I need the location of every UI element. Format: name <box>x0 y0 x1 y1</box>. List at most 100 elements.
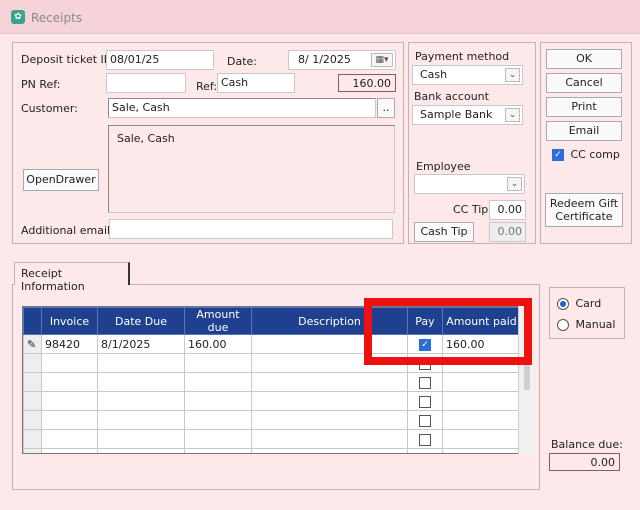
amount-paid-cell[interactable] <box>442 429 521 449</box>
pn-ref-label: PN Ref: <box>21 78 61 91</box>
chevron-down-icon[interactable]: ⌄ <box>507 177 522 191</box>
window-title: Receipts <box>31 11 83 25</box>
payment-method-label: Payment method <box>415 50 510 63</box>
email-button[interactable]: Email <box>546 121 622 141</box>
pay-checkbox[interactable] <box>419 414 431 427</box>
amount-due-cell[interactable] <box>184 410 252 430</box>
address-text: Sale, Cash <box>117 132 175 145</box>
amount-paid-cell[interactable] <box>442 372 521 392</box>
invoice-cell[interactable] <box>41 429 98 449</box>
employee-select[interactable]: ⌄ <box>414 174 525 194</box>
row-selector <box>23 353 42 373</box>
pay-cell[interactable] <box>407 429 443 449</box>
date-due-cell[interactable] <box>97 429 185 449</box>
row-selector <box>23 429 42 449</box>
cash-tip-button[interactable]: Cash Tip <box>414 222 474 242</box>
additional-email-field[interactable] <box>109 219 393 239</box>
bank-account-value: Sample Bank <box>420 108 493 121</box>
date-label: Date: <box>227 55 257 68</box>
invoice-cell[interactable] <box>41 448 98 453</box>
column-header-amount-due[interactable]: Amount due <box>184 307 252 335</box>
table-row[interactable] <box>23 448 521 453</box>
radio-card-indicator[interactable] <box>557 298 569 310</box>
address-box[interactable]: Sale, Cash <box>108 125 395 213</box>
date-due-cell[interactable] <box>97 410 185 430</box>
invoice-cell[interactable] <box>41 391 98 411</box>
pn-ref-field[interactable] <box>106 73 186 93</box>
cancel-button[interactable]: Cancel <box>546 73 622 93</box>
row-selector <box>23 410 42 430</box>
table-row[interactable] <box>23 429 521 449</box>
ref-field[interactable]: Cash <box>217 73 295 93</box>
amount-due-cell[interactable] <box>184 429 252 449</box>
description-cell[interactable] <box>251 410 408 430</box>
pay-checkbox[interactable] <box>419 433 431 446</box>
row-edit-icon: ✎ <box>23 334 42 354</box>
pay-checkbox[interactable] <box>419 452 431 453</box>
calendar-dropdown-icon[interactable]: ▦▾ <box>371 53 393 67</box>
description-cell[interactable] <box>251 448 408 453</box>
pay-cell[interactable] <box>407 372 443 392</box>
row-selector <box>23 391 42 411</box>
bank-account-label: Bank account <box>414 90 489 103</box>
radio-card-label: Card <box>575 297 602 310</box>
chevron-down-icon[interactable]: ⌄ <box>505 68 520 82</box>
amount-due-cell[interactable] <box>184 372 252 392</box>
amount-paid-cell[interactable] <box>442 391 521 411</box>
redeem-gift-certificate-button[interactable]: Redeem Gift Certificate <box>545 193 623 227</box>
invoice-cell[interactable] <box>41 410 98 430</box>
description-cell[interactable] <box>251 372 408 392</box>
customer-lookup-button[interactable]: .. <box>377 98 395 118</box>
customer-field[interactable]: Sale, Cash <box>108 98 376 118</box>
open-drawer-button[interactable]: OpenDrawer <box>23 169 99 191</box>
date-due-cell[interactable] <box>97 448 185 453</box>
amount-due-cell[interactable] <box>184 391 252 411</box>
checkmark-icon[interactable]: ✓ <box>552 149 564 161</box>
chevron-down-icon[interactable]: ⌄ <box>505 108 520 122</box>
invoice-cell[interactable] <box>41 372 98 392</box>
radio-manual[interactable]: Manual <box>557 318 615 331</box>
amount-due-cell[interactable] <box>184 353 252 373</box>
table-row[interactable] <box>23 410 521 430</box>
invoice-cell[interactable]: 98420 <box>41 334 98 354</box>
total-amount: 160.00 <box>338 74 396 92</box>
table-row[interactable] <box>23 391 521 411</box>
date-due-cell[interactable]: 8/1/2025 <box>97 334 185 354</box>
highlight-box <box>364 298 532 365</box>
tab-label: Receipt Information <box>21 267 85 293</box>
invoice-cell[interactable] <box>41 353 98 373</box>
ok-button[interactable]: OK <box>546 49 622 69</box>
bank-account-select[interactable]: Sample Bank ⌄ <box>412 105 523 125</box>
column-header-date-due[interactable]: Date Due <box>97 307 185 335</box>
print-button[interactable]: Print <box>546 97 622 117</box>
column-header-invoice[interactable]: Invoice <box>41 307 98 335</box>
pay-cell[interactable] <box>407 410 443 430</box>
payment-method-select[interactable]: Cash ⌄ <box>412 65 523 85</box>
cc-tip-field[interactable]: 0.00 <box>489 200 526 220</box>
date-due-cell[interactable] <box>97 353 185 373</box>
pay-checkbox[interactable] <box>419 376 431 389</box>
amount-due-cell[interactable]: 160.00 <box>184 334 252 354</box>
tab-receipt-information[interactable]: Receipt Information <box>14 262 130 293</box>
cc-comp-checkbox[interactable]: ✓ CC comp <box>552 148 620 161</box>
radio-card[interactable]: Card <box>557 297 601 310</box>
row-selector <box>23 372 42 392</box>
description-cell[interactable] <box>251 391 408 411</box>
pay-cell[interactable] <box>407 448 443 453</box>
date-picker[interactable]: 8/ 1/2025 ▦▾ <box>288 50 396 70</box>
radio-manual-indicator[interactable] <box>557 319 569 331</box>
amount-paid-cell[interactable] <box>442 410 521 430</box>
table-row[interactable] <box>23 372 521 392</box>
balance-due-value: 0.00 <box>549 453 620 471</box>
additional-email-label: Additional email <box>21 224 111 237</box>
pay-checkbox[interactable] <box>419 395 431 408</box>
deposit-ticket-field[interactable]: 08/01/25 <box>106 50 214 70</box>
pay-cell[interactable] <box>407 391 443 411</box>
description-cell[interactable] <box>251 429 408 449</box>
amount-due-cell[interactable] <box>184 448 252 453</box>
date-due-cell[interactable] <box>97 391 185 411</box>
date-due-cell[interactable] <box>97 372 185 392</box>
cc-comp-label: CC comp <box>570 148 620 161</box>
title-bar: ✿ Receipts <box>0 0 640 34</box>
amount-paid-cell[interactable] <box>442 448 521 453</box>
